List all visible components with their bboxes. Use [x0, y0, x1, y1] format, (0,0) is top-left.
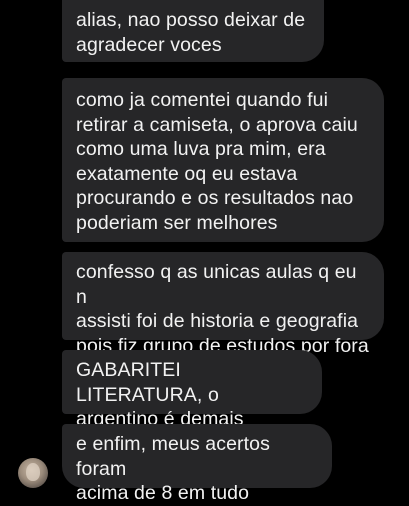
profile-photo-icon — [26, 463, 40, 481]
sender-avatar[interactable] — [18, 458, 48, 488]
message-bubble[interactable]: alias, nao posso deixar de agradecer voc… — [62, 0, 324, 62]
message-bubble[interactable]: e enfim, meus acertos foram acima de 8 e… — [62, 424, 332, 504]
message-bubble[interactable]: como ja comentei quando fui retirar a ca… — [62, 78, 384, 242]
message-bubble[interactable]: GABARITEI LITERATURA, o argentino é dema… — [62, 350, 322, 430]
message-bubble[interactable]: confesso q as unicas aulas q eu n assist… — [62, 252, 384, 357]
message-thread: alias, nao posso deixar de agradecer voc… — [0, 0, 409, 505]
